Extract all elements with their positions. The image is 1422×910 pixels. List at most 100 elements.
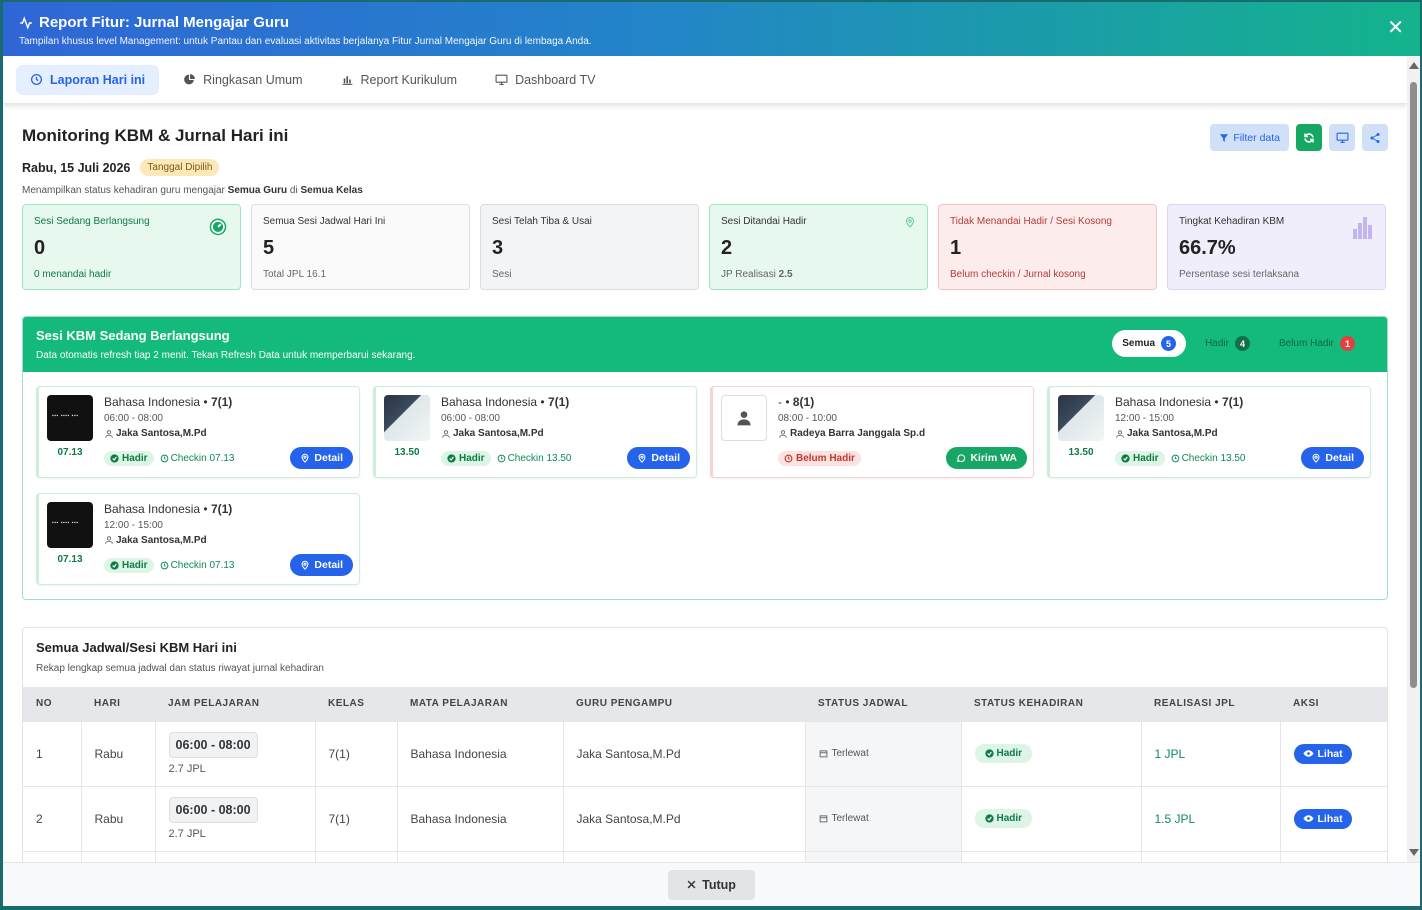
desc-prefix: Menampilkan status kehadiran guru mengaj… (22, 185, 225, 196)
cell-no: 2 (23, 785, 82, 851)
lihat-button[interactable]: Lihat (1293, 743, 1352, 764)
subject-name: Bahasa Indonesia (441, 395, 538, 409)
teacher-name: Radeya Barra Janggala Sp.d (790, 428, 926, 439)
detail-button[interactable]: Detail (1301, 447, 1364, 469)
detail-button[interactable]: Detail (627, 447, 690, 469)
checkin-label: Checkin 07.13 (170, 559, 235, 571)
tab-dashboard-tv[interactable]: Dashboard TV (481, 65, 609, 95)
checkin-time: Checkin 07.13 (160, 453, 235, 464)
session-time: 12:00 - 15:00 (1115, 413, 1174, 424)
session-teacher: Jaka Santosa,M.Pd (104, 428, 232, 439)
status-badge: Hadir (974, 809, 1033, 828)
close-icon[interactable]: ✕ (1387, 18, 1404, 38)
teacher-name: Jaka Santosa,M.Pd (1127, 428, 1218, 439)
status-label: Hadir (996, 748, 1023, 759)
tab-report-kurikulum[interactable]: Report Kurikulum (327, 65, 472, 95)
tv-mode-button[interactable] (1329, 124, 1355, 151)
clock-icon (160, 454, 168, 463)
filter-semua[interactable]: Semua 5 (1112, 330, 1187, 357)
stat-sub: Persentase sesi terlaksana (1179, 269, 1300, 280)
schedule-table: NO HARI JAM PELAJARAN KELAS MATA PELAJAR… (23, 687, 1387, 862)
activity-icon (20, 15, 32, 30)
detail-label: Detail (1325, 452, 1354, 464)
status-badge: Belum Hadir (778, 451, 861, 466)
clock-icon (784, 454, 793, 463)
pie-chart-icon (184, 74, 196, 85)
cell-guru: Jaka Santosa,M.Pd (563, 720, 806, 786)
scroll-thumb[interactable] (1410, 82, 1417, 688)
stat-value: 5 (263, 237, 275, 259)
tab-label: Laporan Hari ini (50, 72, 146, 87)
kirim-wa-label: Kirim WA (970, 452, 1017, 464)
session-subject: Bahasa Indonesia • 7(1) (104, 395, 232, 409)
scroll-down-arrow[interactable] (1409, 849, 1419, 856)
filter-hadir[interactable]: Hadir 4 (1195, 330, 1260, 357)
session-photo: ▪▪▪ ▪▪▪▪ ▪▪▪ (47, 395, 93, 441)
subject-name: Bahasa Indonesia (104, 501, 201, 516)
session-card[interactable]: 13.50 Bahasa Indonesia • 7(1) 12:00 - 15… (1047, 386, 1371, 478)
subject-name: Bahasa Indonesia (104, 395, 201, 409)
clock-icon (497, 454, 505, 463)
detail-button[interactable]: Detail (290, 553, 353, 576)
scrollbar[interactable] (1407, 56, 1420, 862)
detail-button[interactable]: Detail (290, 447, 353, 469)
tab-label: Dashboard TV (515, 72, 596, 87)
tab-ringkasan-umum[interactable]: Ringkasan Umum (169, 65, 316, 95)
session-info: Bahasa Indonesia • 7(1) 06:00 - 08:00 Ja… (104, 395, 232, 439)
cell-mapel: Bahasa Indonesia (397, 720, 564, 786)
report-modal: Report Fitur: Jurnal Mengajar Guru Tampi… (3, 2, 1420, 906)
session-teacher: Jaka Santosa,M.Pd (441, 428, 569, 439)
session-time: 06:00 - 08:00 (104, 413, 163, 424)
lihat-label: Lihat (1317, 747, 1343, 760)
schedule-title: Semua Jadwal/Sesi KBM Hari ini (36, 640, 237, 655)
user-icon (779, 429, 787, 438)
cell-realisasi: 1 JPL (1141, 720, 1281, 786)
whatsapp-icon (957, 454, 966, 463)
cell-aksi: Lihat (1280, 720, 1387, 786)
check-circle-icon (984, 749, 994, 758)
monitor-icon (495, 74, 508, 85)
refresh-button[interactable] (1296, 124, 1322, 151)
session-time: 08:00 - 10:00 (778, 413, 837, 424)
status-badge: Hadir (974, 744, 1033, 763)
subject-name: Bahasa Indonesia (1115, 395, 1212, 409)
cell-guru: Jaka Santosa,M.Pd (563, 785, 806, 851)
table-row-partial: 00:00 (23, 850, 1387, 862)
stat-label: Tingkat Kehadiran KBM (1179, 216, 1285, 227)
lihat-label: Lihat (1317, 812, 1343, 825)
tab-laporan-hari-ini[interactable]: Laporan Hari ini (16, 64, 160, 95)
filter-label: Semua (1122, 338, 1156, 349)
bar-chart-icon (1353, 217, 1372, 239)
tutup-button[interactable]: Tutup (668, 869, 755, 900)
tutup-label: Tutup (702, 877, 736, 892)
timer-icon (209, 218, 227, 236)
session-card[interactable]: ▪▪▪ ▪▪▪▪ ▪▪▪ 07.13 Bahasa Indonesia • 7(… (36, 386, 360, 478)
live-sessions-header: Sesi KBM Sedang Berlangsung Data otomati… (23, 317, 1387, 372)
lihat-button[interactable]: Lihat (1293, 808, 1352, 829)
scroll-up-arrow[interactable] (1409, 62, 1419, 69)
eye-icon (1302, 815, 1314, 822)
cell-hari: Rabu (81, 720, 156, 786)
session-card[interactable]: ▪▪▪ ▪▪▪▪ ▪▪▪ 07.13 Bahasa Indonesia • 7(… (36, 492, 360, 585)
desc-guru: Semua Guru (227, 185, 288, 196)
photo-time: 13.50 (1068, 447, 1094, 458)
session-subject: Bahasa Indonesia • 7(1) (441, 395, 569, 409)
session-card[interactable]: 13.50 Bahasa Indonesia • 7(1) 06:00 - 08… (373, 386, 697, 478)
filter-data-label: Filter data (1233, 131, 1280, 144)
filter-belum-hadir[interactable]: Belum Hadir 1 (1269, 330, 1365, 357)
share-button[interactable] (1362, 124, 1388, 151)
page-title: Monitoring KBM & Jurnal Hari ini (22, 126, 289, 145)
close-icon (687, 880, 696, 889)
kirim-wa-button[interactable]: Kirim WA (946, 447, 1027, 469)
session-time: 06:00 - 08:00 (441, 413, 500, 424)
checkin-time: Checkin 13.50 (497, 453, 572, 464)
detail-label: Detail (314, 452, 343, 464)
filter-label: Belum Hadir (1278, 338, 1334, 349)
user-icon (442, 429, 450, 438)
session-subject: Bahasa Indonesia • 7(1) (1115, 395, 1243, 409)
session-card[interactable]: - • 8(1) 08:00 - 10:00 Radeya Barra Jang… (710, 386, 1034, 478)
filter-data-button[interactable]: Filter data (1210, 124, 1289, 151)
stat-card-ditandai-hadir: Sesi Ditandai Hadir 2 JP Realisasi 2.5 (709, 204, 928, 290)
modal-footer: Tutup (3, 862, 1420, 906)
col-guru: GURU PENGAMPU (563, 687, 805, 721)
